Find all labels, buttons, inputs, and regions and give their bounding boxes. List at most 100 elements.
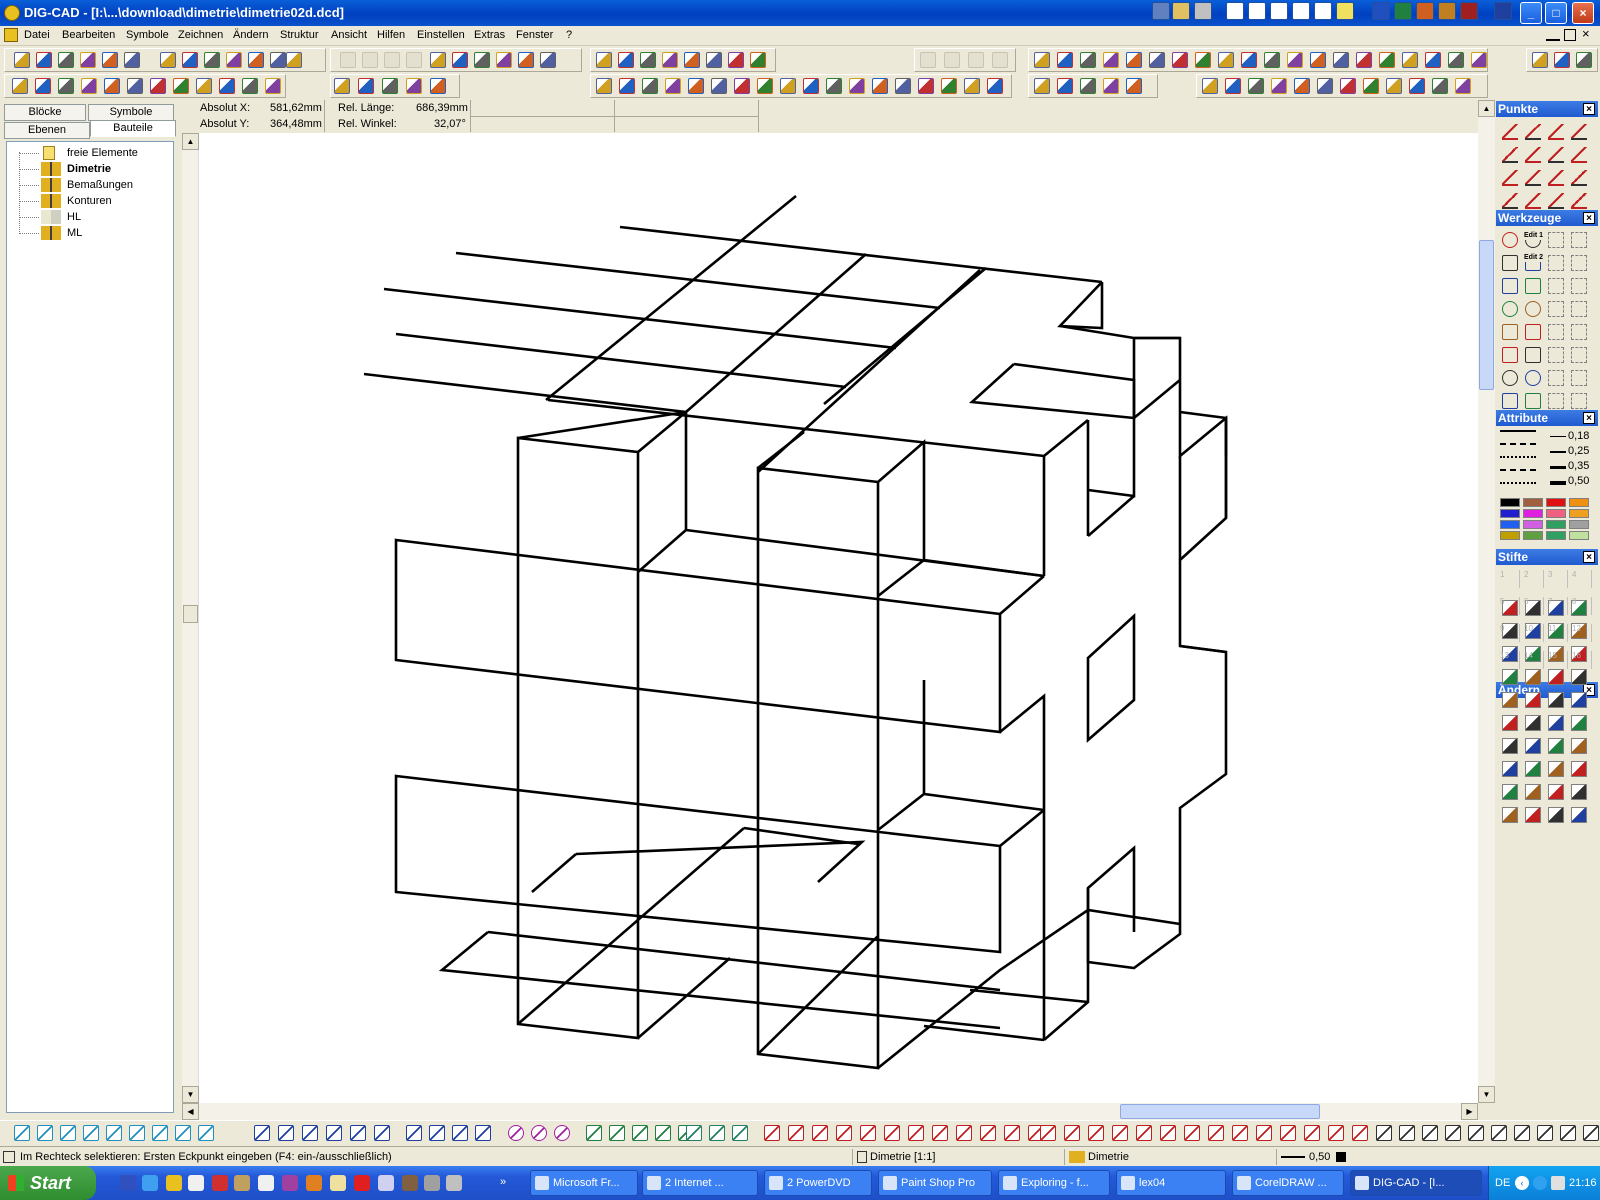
block-tool-icon[interactable]	[242, 78, 258, 94]
scroll-up-arrow[interactable]: ▲	[182, 133, 199, 150]
line-width-sample[interactable]	[1550, 466, 1566, 469]
block-tool-icon[interactable]	[196, 78, 212, 94]
drawing-tool-icon[interactable]	[1571, 255, 1587, 271]
minimize-button[interactable]: _	[1520, 2, 1542, 24]
dimension-tool-icon[interactable]	[429, 1125, 445, 1141]
help-icon[interactable]	[1576, 52, 1592, 68]
surface-tool-icon[interactable]	[37, 1125, 53, 1141]
draw-helper-icon[interactable]	[662, 52, 678, 68]
modify-tool-icon[interactable]	[1548, 692, 1564, 708]
tab-bloecke[interactable]: Blöcke	[4, 104, 86, 121]
point-tool-icon[interactable]	[1548, 170, 1564, 186]
select-tool-icon[interactable]	[382, 78, 398, 94]
surface-tool-icon[interactable]	[60, 1125, 76, 1141]
modify-tool-icon[interactable]	[1548, 807, 1564, 823]
menu-bearbeiten[interactable]: Bearbeiten	[62, 29, 115, 41]
drawing-tool-icon[interactable]	[1502, 393, 1518, 409]
drawing-tool-icon[interactable]	[1571, 324, 1587, 340]
tab-ebenen[interactable]: Ebenen	[4, 122, 90, 139]
quicklaunch-icon[interactable]	[424, 1175, 440, 1191]
arc-tool-icon[interactable]	[586, 1125, 602, 1141]
symbol-tool-icon[interactable]	[1160, 1125, 1176, 1141]
drawing-tool-icon[interactable]	[1502, 278, 1518, 294]
drawing-tool-icon[interactable]	[1548, 255, 1564, 271]
part-tool-icon[interactable]	[1202, 78, 1218, 94]
zoom-tool-icon[interactable]	[849, 78, 865, 94]
symbol-tool-icon[interactable]	[1208, 1125, 1224, 1141]
attribute-tool-icon[interactable]	[1080, 78, 1096, 94]
modify-tool-icon[interactable]	[1571, 761, 1587, 777]
part-tool-icon[interactable]	[1455, 78, 1471, 94]
quicklaunch-icon[interactable]	[188, 1175, 204, 1191]
taskbar-button[interactable]: DIG-CAD - [I...	[1350, 1170, 1482, 1196]
surface-tool-icon[interactable]	[83, 1125, 99, 1141]
quicklaunch-icon[interactable]	[120, 1175, 136, 1191]
surface-tool-icon[interactable]	[14, 1125, 30, 1141]
point-tool-icon[interactable]	[1571, 124, 1587, 140]
structure-tool-icon[interactable]	[1080, 52, 1096, 68]
modify-tool-icon[interactable]	[1571, 807, 1587, 823]
point-tool-icon[interactable]	[1548, 124, 1564, 140]
hatch-tool-icon[interactable]	[908, 1125, 924, 1141]
drawing-tool-icon[interactable]	[1502, 370, 1518, 386]
color-swatch[interactable]	[1569, 531, 1589, 540]
symbol-tool-icon[interactable]	[1256, 1125, 1272, 1141]
zoom-tool-icon[interactable]	[665, 78, 681, 94]
drawing-tool-icon[interactable]	[1548, 278, 1564, 294]
menu-ansicht[interactable]: Ansicht	[331, 29, 367, 41]
zoom-tool-icon[interactable]	[872, 78, 888, 94]
drawing-tool-icon[interactable]	[1571, 232, 1587, 248]
tray-app-icon[interactable]	[1460, 2, 1478, 20]
modify-tool-icon[interactable]	[1502, 692, 1518, 708]
color-swatch[interactable]	[1523, 531, 1543, 540]
ellipse-tool-icon[interactable]	[709, 1125, 725, 1141]
toolbar-tool-icon[interactable]	[270, 52, 286, 68]
zoom-tool-icon[interactable]	[780, 78, 796, 94]
zoom-tool-icon[interactable]	[757, 78, 773, 94]
point-tool-icon[interactable]	[1502, 170, 1518, 186]
point-tool-icon[interactable]	[1548, 147, 1564, 163]
disabled-tool-icon[interactable]	[944, 52, 960, 68]
attribute-tool-icon[interactable]	[1103, 78, 1119, 94]
disabled-tool-icon[interactable]	[992, 52, 1008, 68]
toolbar-tool-icon[interactable]	[80, 52, 96, 68]
structure-tool-icon[interactable]	[1195, 52, 1211, 68]
line-width-sample[interactable]	[1550, 436, 1566, 437]
symbol-tool-icon[interactable]	[1040, 1125, 1056, 1141]
parts-tree[interactable]: freie Elemente Dimetrie Bemaßungen Konturen…	[6, 141, 174, 1113]
scroll-down-arrow[interactable]: ▼	[1478, 1086, 1495, 1103]
hatch-tool-icon[interactable]	[860, 1125, 876, 1141]
color-swatch[interactable]	[1546, 498, 1566, 507]
drawing-tool-icon[interactable]	[1571, 347, 1587, 363]
tray-app-icon[interactable]	[1152, 2, 1170, 20]
pen-button[interactable]: 12	[1572, 624, 1592, 642]
taskbar-button[interactable]: Microsoft Fr...	[530, 1170, 638, 1196]
draw-helper-icon[interactable]	[684, 52, 700, 68]
line-tool-icon[interactable]	[350, 1125, 366, 1141]
drawing-tool-icon[interactable]	[1571, 278, 1587, 294]
structure-tool-icon[interactable]	[1287, 52, 1303, 68]
structure-tool-icon[interactable]	[1172, 52, 1188, 68]
ellipse-tool-icon[interactable]	[732, 1125, 748, 1141]
pen-button[interactable]: 10	[1524, 624, 1544, 642]
drawing-tool-icon[interactable]	[1502, 347, 1518, 363]
tray-app-icon[interactable]	[1314, 2, 1332, 20]
hatch-tool-icon[interactable]	[932, 1125, 948, 1141]
point-tool-icon[interactable]	[1525, 193, 1541, 209]
part-tool-icon[interactable]	[1271, 78, 1287, 94]
line-tool-icon[interactable]	[374, 1125, 390, 1141]
toolbar-tool-icon[interactable]	[124, 52, 140, 68]
tree-item[interactable]: Konturen	[7, 193, 173, 209]
part-tool-icon[interactable]	[1225, 78, 1241, 94]
quicklaunch-icon[interactable]	[212, 1175, 228, 1191]
modify-tool-icon[interactable]	[1571, 692, 1587, 708]
point-tool-icon[interactable]	[1502, 193, 1518, 209]
zoom-tool-icon[interactable]	[941, 78, 957, 94]
print-icon[interactable]	[286, 52, 302, 68]
quicklaunch-icon[interactable]	[378, 1175, 394, 1191]
structure-tool-icon[interactable]	[1264, 52, 1280, 68]
modify-tool-icon[interactable]	[1548, 784, 1564, 800]
tray-app-icon[interactable]	[1172, 2, 1190, 20]
pen-button[interactable]: 16	[1572, 651, 1592, 669]
drawing-tool-icon[interactable]	[1525, 324, 1541, 340]
